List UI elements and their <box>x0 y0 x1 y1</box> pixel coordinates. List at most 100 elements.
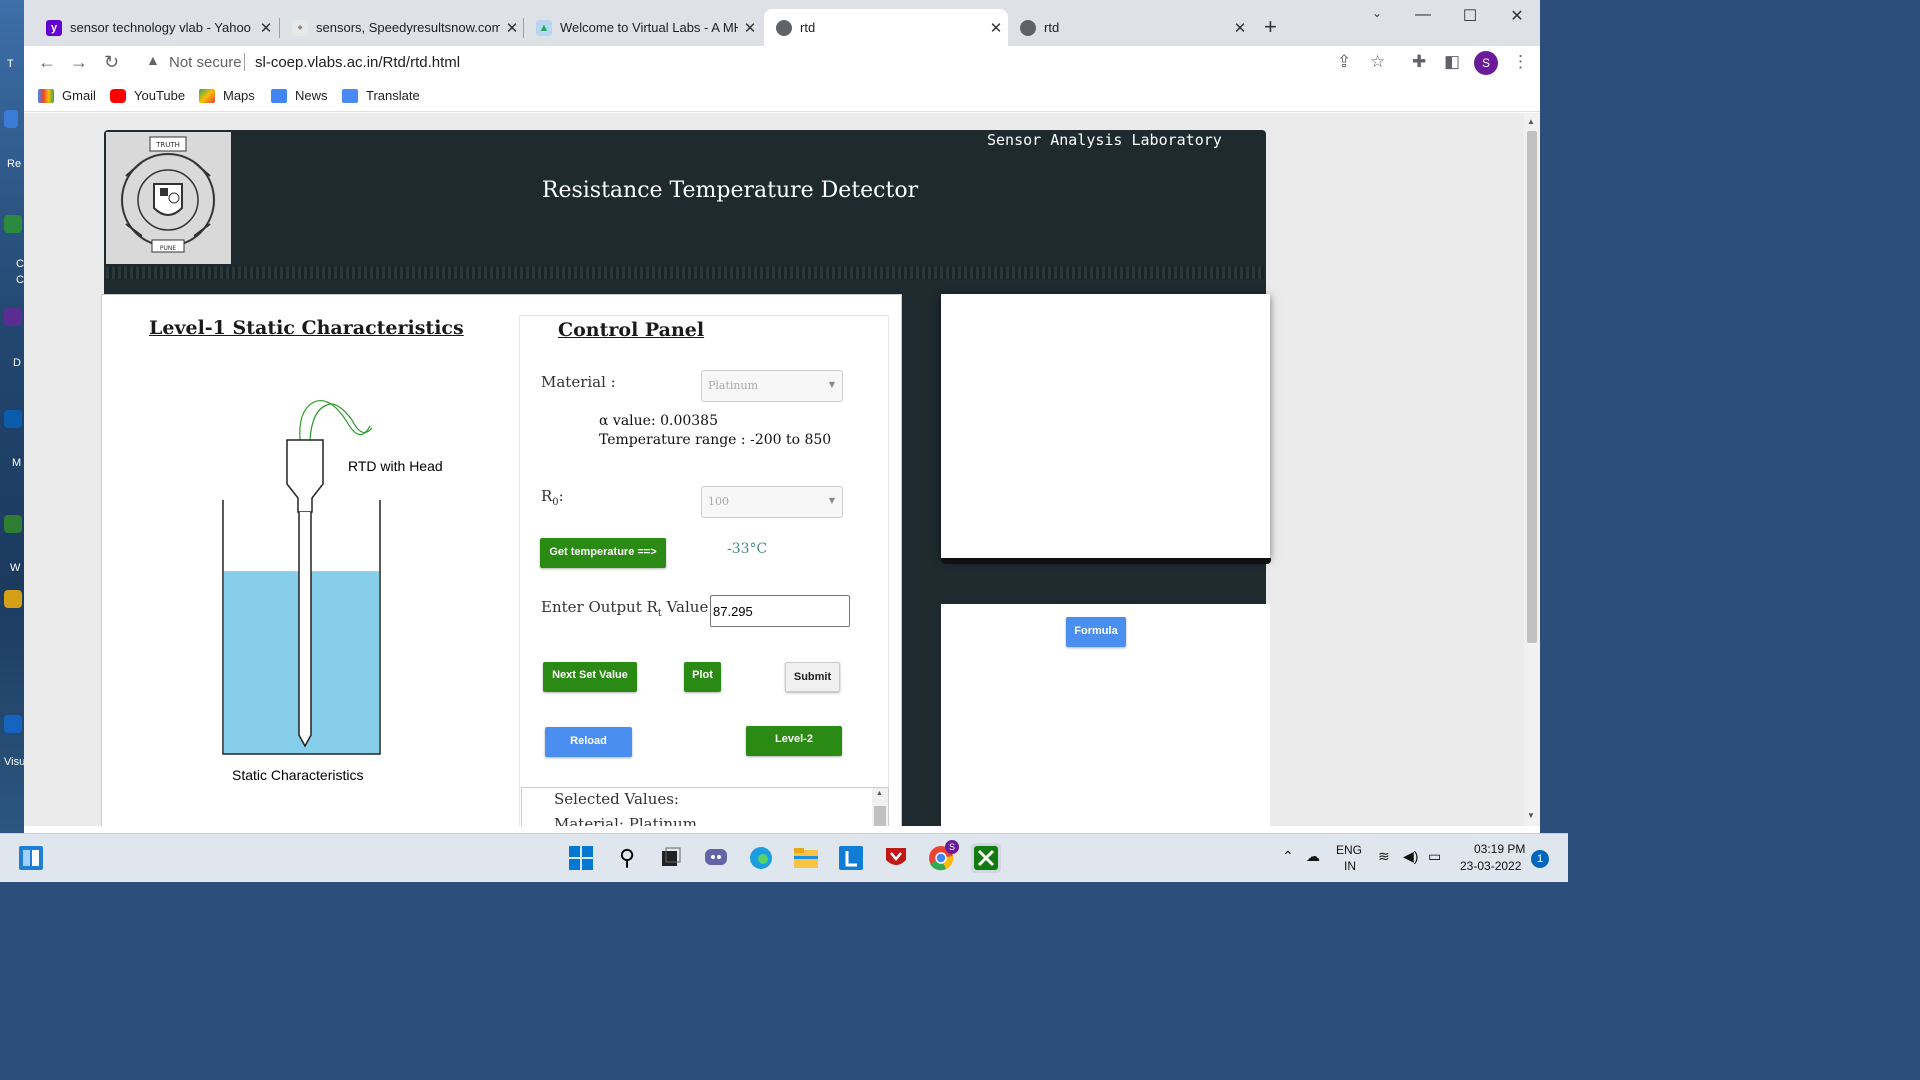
new-tab-button[interactable]: + <box>1264 14 1277 40</box>
warning-icon[interactable]: ▲ <box>146 52 160 68</box>
security-label[interactable]: Not secure <box>169 54 242 71</box>
scroll-up-icon[interactable]: ▲ <box>1527 117 1535 126</box>
widgets-icon[interactable] <box>16 843 46 873</box>
tab-virtual-labs[interactable]: ▲ Welcome to Virtual Labs - A MHR ✕ <box>524 9 762 46</box>
material-select[interactable]: Platinum ▼ <box>701 370 843 402</box>
page-viewport: TRUTH PUNE Sensor Analysis Laboratory Re… <box>24 113 1524 826</box>
edge-icon[interactable] <box>746 843 776 873</box>
clock-time[interactable]: 03:19 PM <box>1474 842 1525 856</box>
tab-search-icon[interactable]: ⌄ <box>1354 6 1400 20</box>
region-code[interactable]: IN <box>1344 859 1356 873</box>
star-icon[interactable]: ☆ <box>1370 52 1385 72</box>
scroll-thumb[interactable] <box>874 806 886 826</box>
reload-button[interactable]: Reload <box>545 727 632 757</box>
tab-rtd[interactable]: rtd ✕ <box>1008 9 1252 46</box>
minimize-button[interactable]: — <box>1400 6 1446 24</box>
url-text[interactable]: sl-coep.vlabs.ac.in/Rtd/rtd.html <box>255 54 460 71</box>
search-icon[interactable]: ⚲ <box>612 843 642 873</box>
selected-values-scrollbar[interactable]: ▲ <box>872 788 888 826</box>
scroll-thumb[interactable] <box>1527 131 1537 643</box>
address-bar[interactable]: ▲ Not secure sl-coep.vlabs.ac.in/Rtd/rtd… <box>134 47 1396 77</box>
selected-values-box[interactable]: Selected Values: Material: Platinum ▲ <box>521 787 889 826</box>
battery-icon[interactable]: ▭ <box>1428 848 1441 865</box>
desktop-icon[interactable] <box>4 308 22 326</box>
globe-icon <box>776 19 792 36</box>
bookmarks-bar: Gmail YouTube Maps News Translate <box>24 80 1540 112</box>
desktop-icon[interactable] <box>4 515 22 533</box>
chat-icon[interactable] <box>701 843 731 873</box>
tab-title: Welcome to Virtual Labs - A MHR <box>560 20 738 35</box>
language-code[interactable]: ENG <box>1336 843 1362 857</box>
tab-speedy[interactable]: ◆ sensors, Speedyresultsnow.com ✕ <box>280 9 524 46</box>
bookmark-maps[interactable]: Maps <box>199 88 255 103</box>
start-icon[interactable] <box>566 843 596 873</box>
virtual-labs-icon: ▲ <box>536 19 552 36</box>
mcafee-icon[interactable] <box>881 843 911 873</box>
scroll-down-icon[interactable]: ▼ <box>1527 811 1535 820</box>
material-info: α value: 0.00385 Temperature range : -20… <box>599 412 831 450</box>
desktop-label: C <box>16 274 24 286</box>
scroll-up-icon[interactable]: ▲ <box>876 790 883 797</box>
r0-select[interactable]: 100 ▼ <box>701 486 843 518</box>
submit-button[interactable]: Submit <box>785 662 840 692</box>
desktop-label: C <box>16 258 24 270</box>
volume-icon[interactable]: ◀) <box>1403 848 1418 865</box>
close-icon[interactable]: ✕ <box>738 19 762 37</box>
launcher-icon[interactable] <box>836 843 866 873</box>
browser-window: y sensor technology vlab - Yahoo I ✕ ◆ s… <box>24 0 1540 833</box>
formula-button[interactable]: Formula <box>1066 617 1126 647</box>
tab-rtd-active[interactable]: rtd ✕ <box>764 9 1008 46</box>
tab-title: sensor technology vlab - Yahoo I <box>70 20 254 35</box>
bookmark-news[interactable]: News <box>271 88 328 103</box>
reload-icon[interactable]: ↻ <box>104 52 119 73</box>
desktop-icon[interactable] <box>4 715 22 733</box>
maximize-button[interactable]: ☐ <box>1447 6 1493 26</box>
desktop-icon[interactable] <box>4 410 22 428</box>
desktop-label: Re <box>7 158 22 170</box>
task-view-icon[interactable] <box>656 843 686 873</box>
material-label: Material : <box>541 373 616 391</box>
menu-icon[interactable]: ⋮ <box>1512 52 1529 72</box>
bookmark-youtube[interactable]: YouTube <box>110 88 185 103</box>
simulation-panel: Level-1 Static Characteristics RTD with … <box>101 294 902 826</box>
close-icon[interactable]: ✕ <box>984 19 1008 37</box>
chrome-icon[interactable]: S <box>926 840 959 873</box>
close-icon[interactable]: ✕ <box>1228 19 1252 37</box>
rtd-probe <box>298 512 312 748</box>
desktop-label: M <box>12 457 22 469</box>
tab-yahoo[interactable]: y sensor technology vlab - Yahoo I ✕ <box>34 9 278 46</box>
file-explorer-icon[interactable] <box>791 843 821 873</box>
rt-prefix: Enter Output R <box>541 598 658 616</box>
page-scrollbar[interactable]: ▲ ▼ <box>1524 113 1540 826</box>
network-status-icon[interactable]: ☁ <box>1306 848 1320 865</box>
close-icon[interactable]: ✕ <box>254 19 278 37</box>
close-icon[interactable]: ✕ <box>500 19 524 37</box>
share-icon[interactable]: ⇪ <box>1337 52 1351 72</box>
side-panel-icon[interactable]: ◧ <box>1444 52 1460 72</box>
notification-badge[interactable]: 1 <box>1531 850 1549 868</box>
get-temperature-button[interactable]: Get temperature ==> <box>540 538 666 568</box>
desktop-icon[interactable] <box>4 215 22 233</box>
chevron-up-icon[interactable]: ⌃ <box>1282 848 1294 865</box>
extensions-icon[interactable]: ✚ <box>1412 52 1426 72</box>
bookmark-gmail[interactable]: Gmail <box>38 88 96 103</box>
desktop-icon[interactable] <box>4 110 18 128</box>
plot-button[interactable]: Plot <box>684 662 721 692</box>
r0-value: 100 <box>708 495 729 508</box>
wifi-icon[interactable]: ≋ <box>1378 848 1390 865</box>
xbox-icon[interactable] <box>971 843 1001 873</box>
profile-avatar[interactable]: S <box>1474 51 1498 75</box>
desktop-icon[interactable] <box>4 590 22 608</box>
rt-value-input[interactable] <box>710 595 850 627</box>
back-icon[interactable]: ← <box>38 52 56 73</box>
material-value: Platinum <box>708 379 759 392</box>
bookmark-translate[interactable]: Translate <box>342 88 420 103</box>
close-window-button[interactable]: ✕ <box>1494 6 1540 26</box>
next-set-value-button[interactable]: Next Set Value <box>543 662 637 692</box>
chevron-down-icon: ▼ <box>828 380 835 389</box>
clock-date[interactable]: 23-03-2022 <box>1460 859 1521 873</box>
omnibox-divider <box>244 53 245 71</box>
level-2-button[interactable]: Level-2 <box>746 726 842 756</box>
formula-panel: Formula <box>941 604 1270 826</box>
forward-icon[interactable]: → <box>70 52 88 73</box>
